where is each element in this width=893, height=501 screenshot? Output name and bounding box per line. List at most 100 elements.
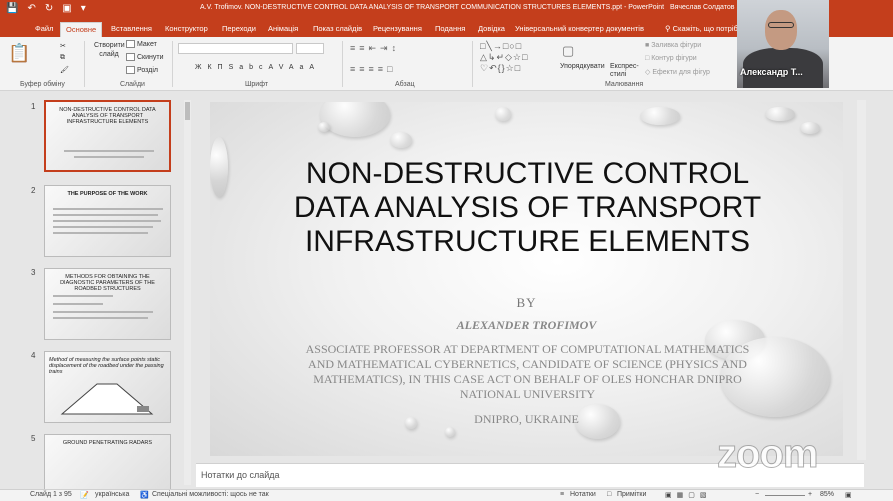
slide-number: 5 [31, 434, 36, 443]
slide-scrollbar[interactable] [857, 100, 866, 460]
customize-icon[interactable]: ▾ [81, 3, 86, 14]
start-show-icon[interactable]: ▣ [62, 3, 71, 14]
webcam-video[interactable]: Александр Т... [737, 0, 829, 88]
slide-thumbnail-1[interactable]: NON-DESTRUCTIVE CONTROL DATA ANALYSIS OF… [44, 100, 171, 172]
slide-thumbnail-4[interactable]: Method of measuring the surface points s… [44, 351, 171, 423]
layout-button[interactable]: Макет [126, 40, 157, 48]
tab-review[interactable]: Рецензування [368, 22, 427, 37]
slide-canvas[interactable]: NON-DESTRUCTIVE CONTROL DATA ANALYSIS OF… [210, 102, 843, 456]
section-button[interactable]: Розділ [126, 66, 158, 74]
font-color-button[interactable]: A [309, 64, 320, 71]
thumbnail-title: GROUND PENETRATING RADARS [62, 440, 153, 446]
scrollbar-thumb[interactable] [185, 102, 190, 120]
shadow-button[interactable]: S [229, 64, 240, 71]
shape-outline-button[interactable]: □ Контур фігури [645, 55, 697, 62]
arrange-button[interactable]: Упорядкувати [560, 63, 605, 70]
thumbnails-scrollbar[interactable] [184, 100, 191, 485]
water-drop [640, 107, 680, 125]
accessibility-icon: ♿ [140, 492, 149, 499]
notes-toggle[interactable]: Нотатки [570, 491, 596, 498]
cut-icon[interactable]: ✂ [60, 42, 66, 50]
tab-design[interactable]: Конструктор [160, 22, 213, 37]
strikethrough-button[interactable]: abc [239, 64, 268, 71]
redo-icon[interactable]: ↻ [45, 3, 53, 14]
tab-home[interactable]: Основне [60, 22, 103, 37]
zoom-watermark: zoom [716, 432, 818, 477]
shape-fill-label: Заливка фігури [651, 42, 702, 49]
tab-transitions[interactable]: Переходи [217, 22, 261, 37]
zoom-slider[interactable] [765, 495, 805, 496]
tab-document-converter[interactable]: Універсальний конвертер документів [510, 22, 649, 37]
shape-fill-button[interactable]: ■ Заливка фігури [645, 42, 701, 49]
tab-insert[interactable]: Вставлення [106, 22, 157, 37]
status-bar: Слайд 1 з 95 📝 українська ♿ Спеціальні м… [0, 489, 893, 501]
tab-slideshow[interactable]: Показ слайдів [308, 22, 367, 37]
paste-icon[interactable]: 📋 [8, 43, 30, 64]
reset-button[interactable]: Скинути [126, 53, 164, 61]
person-head [765, 10, 797, 50]
undo-icon[interactable]: ↶ [27, 3, 35, 14]
thumbnail-text-line [53, 311, 153, 313]
zoom-in-button[interactable]: + [808, 491, 812, 498]
tab-view[interactable]: Подання [430, 22, 470, 37]
divider [84, 41, 85, 87]
slide-title[interactable]: NON-DESTRUCTIVE CONTROL DATA ANALYSIS OF… [280, 157, 775, 259]
slide-thumbnail-2[interactable]: THE PURPOSE OF THE WORK [44, 185, 171, 257]
section-icon [126, 66, 135, 74]
save-icon[interactable]: 💾 [6, 3, 18, 14]
underline-button[interactable]: П [218, 64, 229, 71]
shapes-gallery[interactable]: □╲→□○□ △↳↵◇☆□ ♡↶{}☆□ [480, 41, 550, 77]
spelling-icon[interactable]: 📝 [80, 491, 89, 499]
quick-styles-button[interactable]: Експрес-стилі [610, 63, 639, 79]
thumbnail-title: THE PURPOSE OF THE WORK [67, 191, 148, 197]
char-spacing-button[interactable]: AV [269, 64, 289, 71]
divider [172, 41, 173, 87]
thumbnail-text-line [64, 150, 154, 152]
slide-number: 1 [31, 102, 36, 111]
accessibility-status[interactable]: Спеціальні можливості: щось не так [152, 491, 269, 498]
divider [342, 41, 343, 87]
section-label: Розділ [137, 66, 158, 74]
font-format-buttons[interactable]: ЖКПSabcAVAaA [195, 64, 320, 71]
reset-label: Скинути [137, 53, 164, 61]
italic-button[interactable]: К [207, 64, 217, 71]
font-size-select[interactable] [296, 43, 324, 54]
fit-to-window-icon[interactable]: ▣ [845, 491, 852, 499]
comments-toggle[interactable]: Примітки [617, 491, 646, 498]
format-painter-icon[interactable]: 🖌 [60, 66, 69, 74]
change-case-button[interactable]: Aa [289, 64, 310, 71]
drawing-group-label: Малювання [605, 81, 644, 88]
notes-toggle-icon: ≡ [560, 491, 565, 498]
water-drop [800, 122, 820, 134]
list-buttons[interactable]: ≡≡⇤⇥↕ [350, 43, 400, 54]
thumbnail-title: NON-DESTRUCTIVE CONTROL DATA ANALYSIS OF… [59, 107, 156, 125]
view-buttons[interactable]: ▣▦▢▧ [665, 491, 711, 499]
glasses [768, 22, 794, 28]
new-slide-button[interactable]: Створити слайд [94, 41, 125, 59]
water-drop [495, 107, 511, 121]
language-indicator[interactable]: українська [95, 491, 129, 498]
zoom-out-button[interactable]: − [755, 491, 759, 498]
bold-button[interactable]: Ж [195, 64, 207, 71]
thumbnail-text-line [53, 232, 148, 234]
water-drop [318, 122, 330, 132]
water-drop [445, 427, 455, 437]
tab-file[interactable]: Файл [30, 22, 58, 37]
participant-name: Александр Т... [740, 67, 803, 77]
user-name[interactable]: Вячеслав Солдатов [670, 4, 735, 11]
font-name-select[interactable] [178, 43, 293, 54]
tab-help[interactable]: Довідка [473, 22, 510, 37]
align-buttons[interactable]: ≡≡≡≡□ [350, 64, 396, 74]
slide-number: 2 [31, 186, 36, 195]
copy-icon[interactable]: ⧉ [60, 54, 65, 62]
arrange-icon[interactable]: ▢ [562, 43, 574, 59]
shape-effects-button[interactable]: ◇ Ефекти для фігур [645, 68, 710, 76]
slide-thumbnail-3[interactable]: METHODS FOR OBTAINING THE DIAGNOSTIC PAR… [44, 268, 171, 340]
thumbnail-text-line [53, 208, 163, 210]
zoom-level[interactable]: 85% [820, 491, 834, 498]
thumbnail-text-line [53, 317, 148, 319]
font-group-label: Шрифт [245, 81, 269, 88]
thumbnail-text-line [53, 220, 161, 222]
tab-animations[interactable]: Анімація [263, 22, 303, 37]
slide-number: 3 [31, 268, 36, 277]
